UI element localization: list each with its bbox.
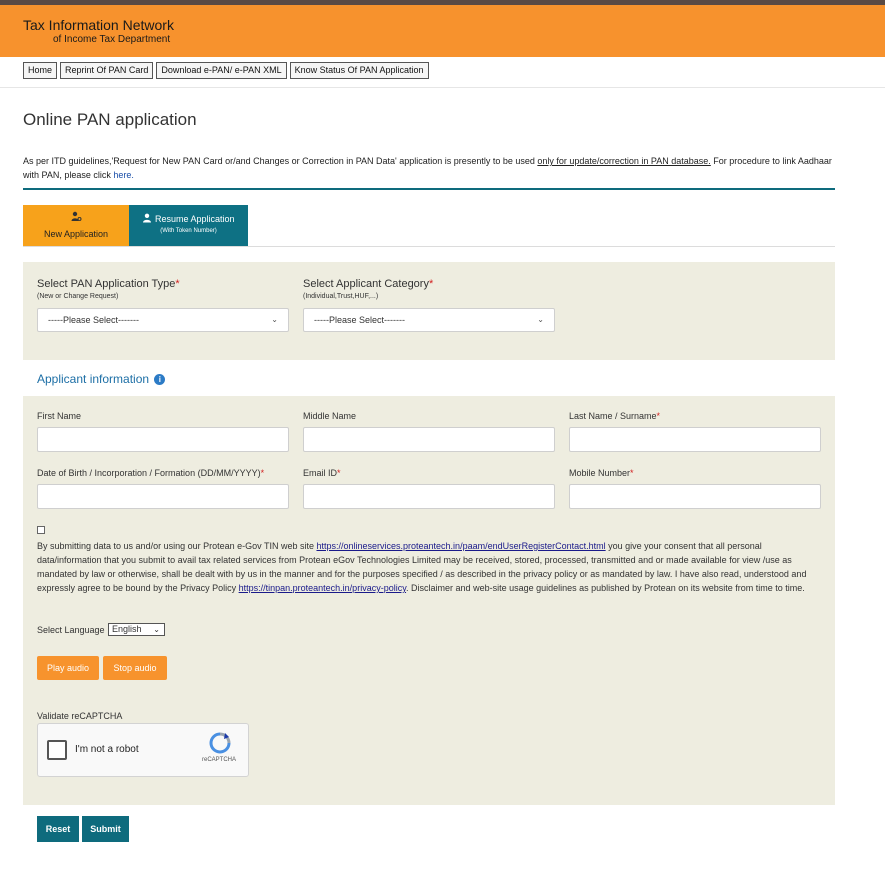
nav-reprint-button[interactable]: Reprint Of PAN Card (60, 62, 154, 79)
tab-underline (23, 246, 835, 247)
info-icon[interactable]: i (154, 374, 166, 386)
tab-new-application[interactable]: New Application (23, 205, 129, 246)
applicant-info-title: Applicant information i (37, 372, 166, 386)
nav-home-button[interactable]: Home (23, 62, 58, 79)
nav-download-epan-button[interactable]: Download e-PAN/ e-PAN XML (156, 62, 287, 79)
tab-new-label: New Application (43, 229, 109, 239)
language-label: Select Language (37, 625, 105, 635)
recaptcha-checkbox[interactable] (47, 740, 67, 760)
guideline-notice: As per ITD guidelines,'Request for New P… (23, 154, 833, 182)
email-label: Email ID* (303, 468, 341, 478)
application-type-value: -----Please Select------- (48, 315, 139, 325)
chevron-down-icon: ⌄ (537, 315, 544, 324)
top-nav: Home Reprint Of PAN Card Download e-PAN/… (23, 62, 429, 79)
site-title: Tax Information Network (23, 17, 174, 33)
captcha-label: Validate reCAPTCHA (37, 711, 123, 721)
first-name-label: First Name (37, 411, 82, 421)
applicant-category-select[interactable]: -----Please Select------- ⌄ (303, 308, 555, 332)
tab-resume-label: Resume Application (154, 214, 235, 224)
divider (0, 87, 885, 88)
protean-register-link[interactable]: https://onlineservices.proteantech.in/pa… (316, 541, 605, 551)
nav-know-status-button[interactable]: Know Status Of PAN Application (289, 62, 429, 79)
application-type-label: Select PAN Application Type* (37, 278, 180, 290)
mobile-label: Mobile Number* (569, 468, 634, 478)
submit-button[interactable]: Submit (82, 816, 129, 842)
recaptcha-logo-icon (207, 732, 233, 754)
teal-divider (23, 188, 835, 190)
last-name-label: Last Name / Surname* (569, 411, 661, 421)
last-name-input[interactable] (569, 427, 821, 452)
application-type-hint: (New or Change Request) (37, 293, 119, 300)
site-subtitle: of Income Tax Department (53, 34, 171, 45)
mobile-input[interactable] (569, 484, 821, 509)
middle-name-input[interactable] (303, 427, 555, 452)
consent-checkbox[interactable] (37, 526, 45, 534)
first-name-input[interactable] (37, 427, 289, 452)
notice-text: As per ITD guidelines,'Request for New P… (23, 156, 538, 166)
dob-label: Date of Birth / Incorporation / Formatio… (37, 468, 265, 478)
privacy-policy-link[interactable]: https://tinpan.proteantech.in/privacy-po… (239, 583, 406, 593)
chevron-down-icon: ⌄ (153, 625, 160, 634)
recaptcha-text: I'm not a robot (75, 744, 139, 755)
play-audio-button[interactable]: Play audio (37, 656, 99, 680)
reset-button[interactable]: Reset (37, 816, 79, 842)
site-header: Tax Information Network of Income Tax De… (0, 5, 885, 57)
applicant-category-hint: (Individual,Trust,HUF,...) (303, 293, 379, 300)
recaptcha-brand: reCAPTCHA (202, 757, 237, 763)
user-add-icon (23, 211, 129, 225)
language-select[interactable]: English ⌄ (108, 623, 165, 636)
page-title: Online PAN application (23, 110, 197, 129)
recaptcha-widget: I'm not a robot reCAPTCHA (37, 723, 249, 777)
applicant-category-value: -----Please Select------- (314, 315, 405, 325)
tab-resume-application[interactable]: Resume Application (With Token Number) (129, 205, 248, 246)
language-value: English (112, 624, 142, 634)
stop-audio-button[interactable]: Stop audio (103, 656, 167, 680)
middle-name-label: Middle Name (303, 411, 357, 421)
email-input[interactable] (303, 484, 555, 509)
application-type-select[interactable]: -----Please Select------- ⌄ (37, 308, 289, 332)
tab-resume-sublabel: (With Token Number) (160, 228, 217, 234)
user-resume-icon (142, 213, 152, 224)
consent-text: By submitting data to us and/or using ou… (37, 541, 807, 593)
aadhaar-link[interactable]: here. (113, 170, 134, 180)
dob-input[interactable] (37, 484, 289, 509)
applicant-category-label: Select Applicant Category* (303, 278, 434, 290)
notice-underlined: only for update/correction in PAN databa… (537, 156, 711, 166)
chevron-down-icon: ⌄ (271, 315, 278, 324)
